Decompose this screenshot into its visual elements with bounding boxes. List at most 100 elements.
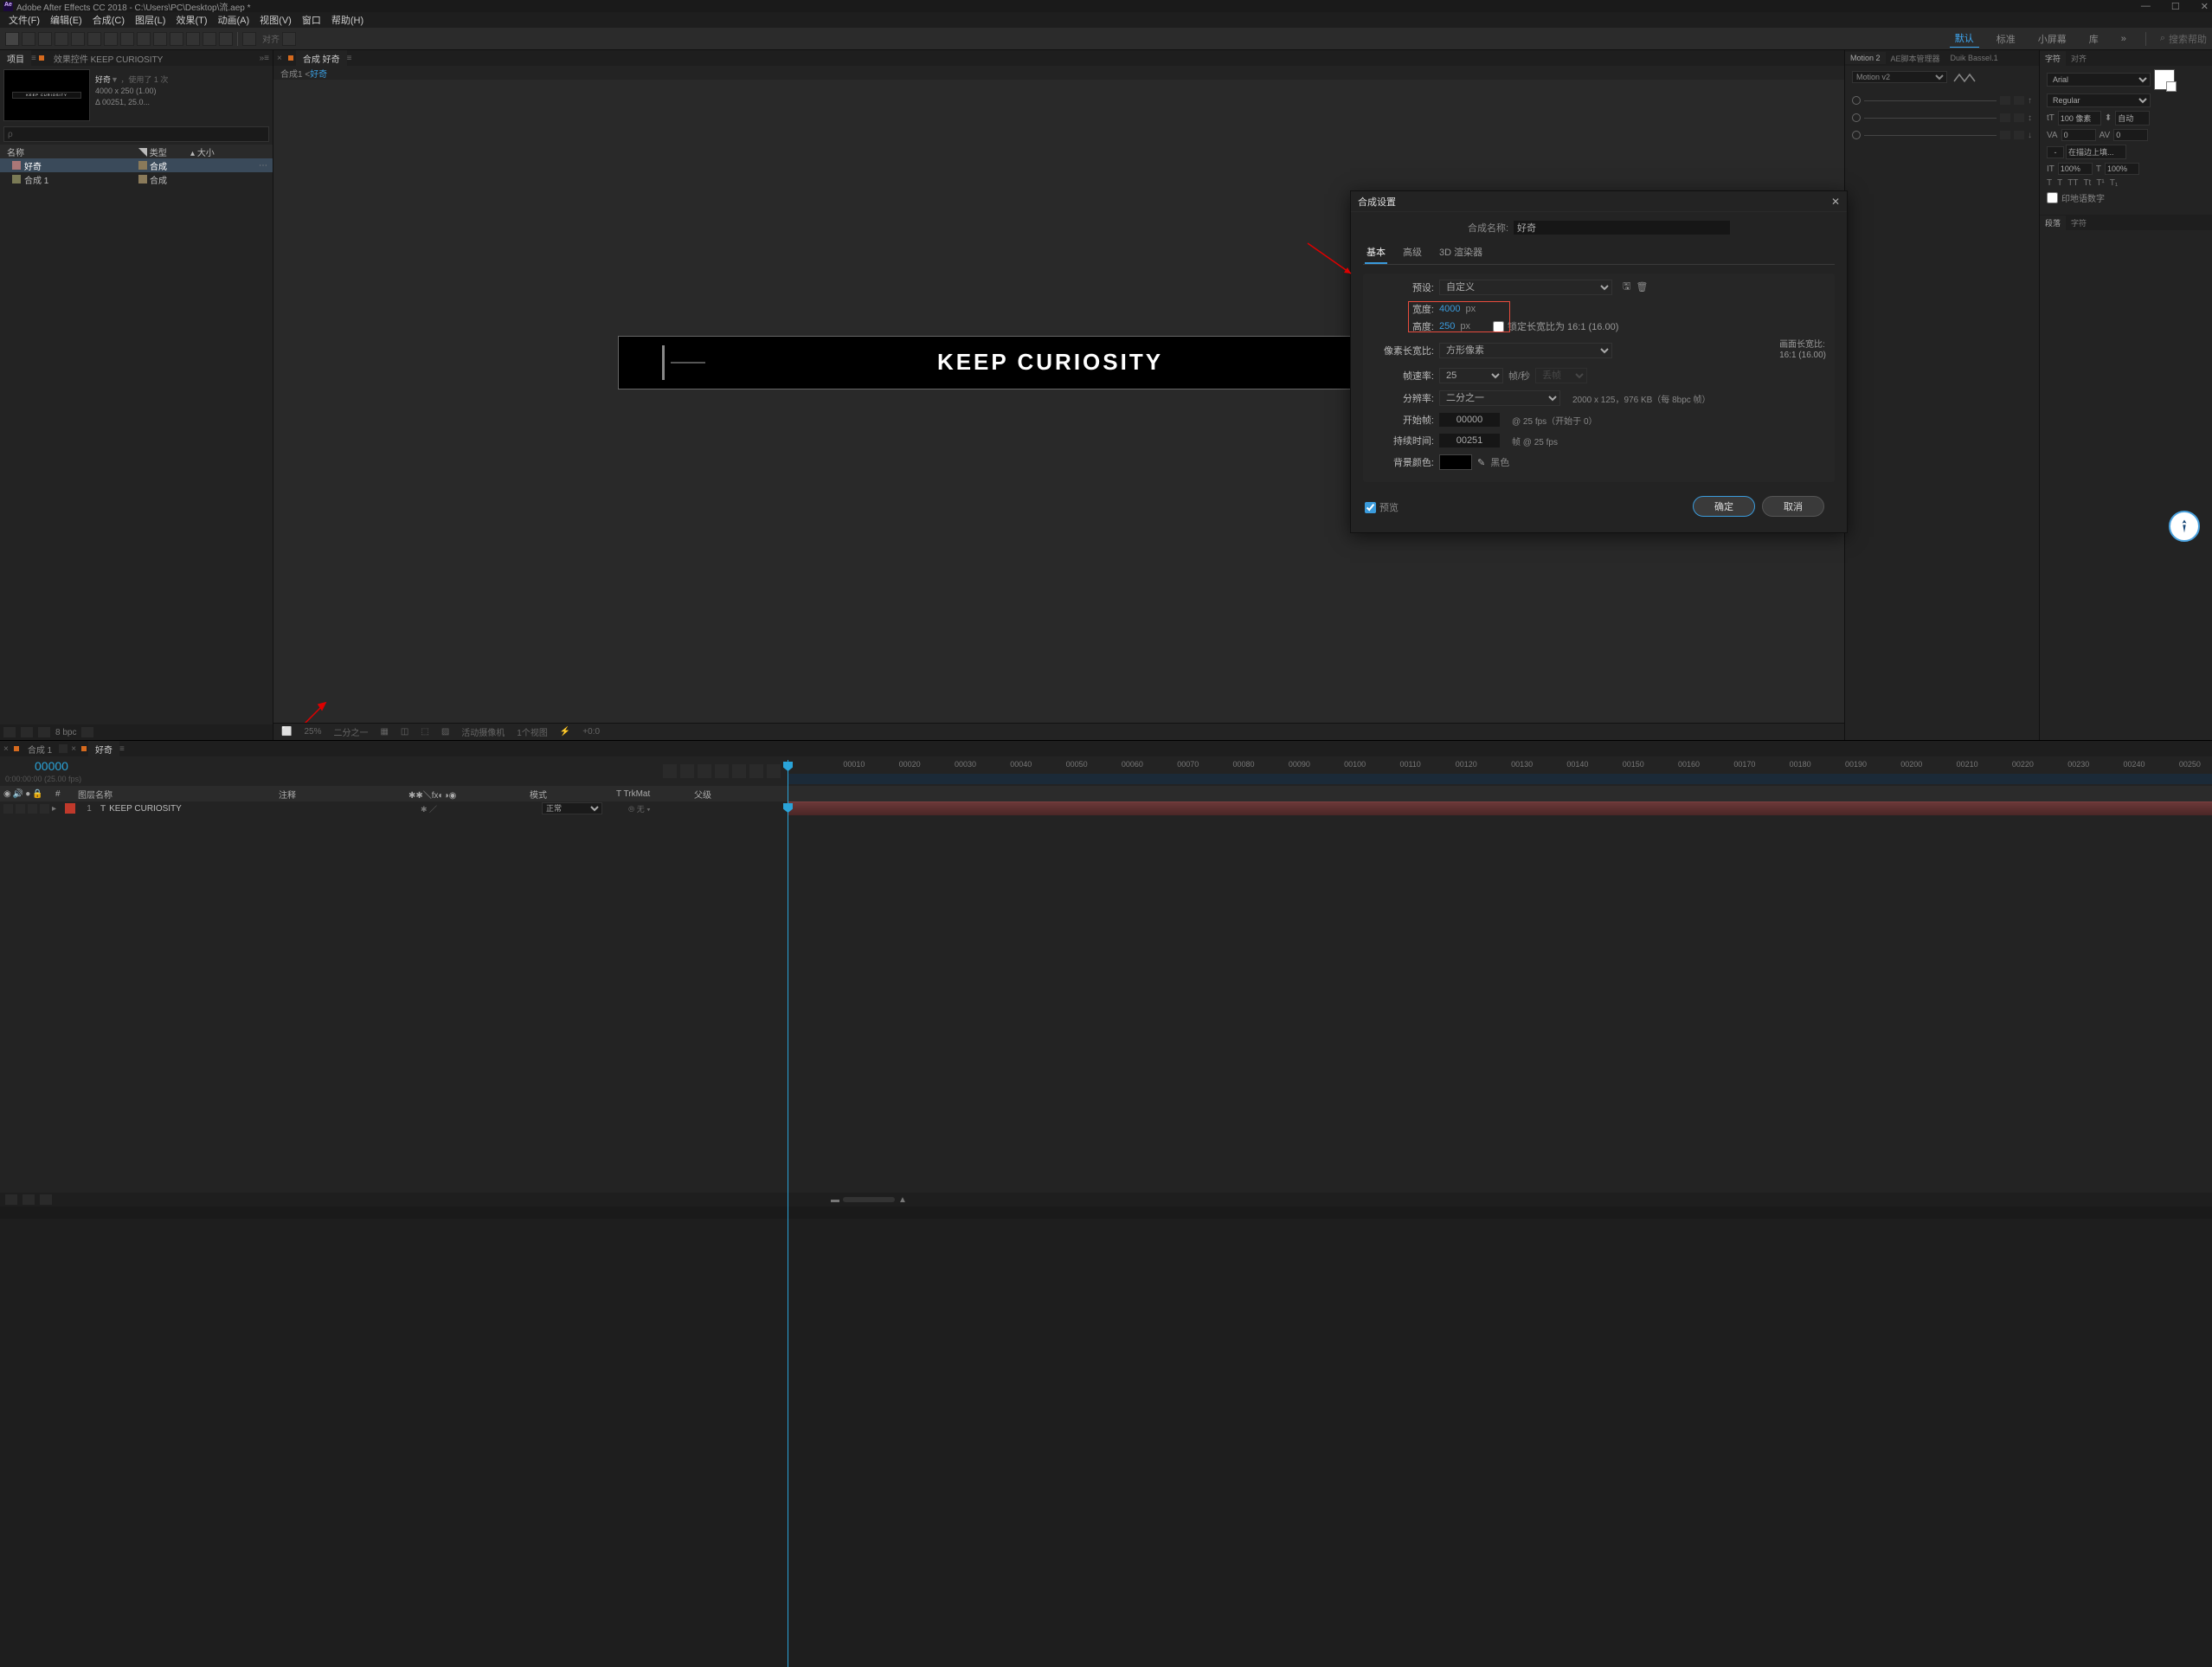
fast-preview-icon[interactable]: ⚡ (557, 727, 573, 737)
tab-char2[interactable]: 字符 (2066, 216, 2092, 230)
current-timecode[interactable]: 00000 (35, 759, 81, 773)
framerate-dropdown[interactable]: 25 (1439, 368, 1503, 383)
frameblend-icon[interactable] (732, 764, 746, 778)
eraser-tool[interactable] (186, 32, 200, 46)
bpc-toggle[interactable]: 8 bpc (55, 728, 76, 737)
timeline-tab-active[interactable]: 好奇 (88, 741, 119, 757)
menu-view[interactable]: 视图(V) (256, 13, 295, 27)
row-menu-icon[interactable]: ⋯ (259, 161, 267, 171)
menu-effect[interactable]: 效果(T) (172, 13, 210, 27)
snap-toggle[interactable] (242, 32, 256, 46)
dropframe-dropdown[interactable]: 丢帧 (1535, 368, 1587, 383)
shy-icon[interactable] (715, 764, 729, 778)
roi-icon[interactable]: ⬚ (418, 727, 431, 737)
toggle-modes-icon[interactable] (23, 1194, 35, 1205)
time-ruler[interactable]: 0001000020000300004000050000600007000080… (788, 760, 2212, 781)
mask-icon[interactable]: ◫ (398, 727, 411, 737)
italic-icon[interactable]: T (2057, 178, 2062, 188)
help-search[interactable]: ⌕ 搜索帮助 (2160, 32, 2207, 46)
camera-dropdown[interactable]: 活动摄像机 (459, 725, 507, 738)
fill-color-swatch[interactable] (2154, 69, 2175, 90)
hand-tool[interactable] (22, 32, 35, 46)
project-row[interactable]: 合成 1 合成 (0, 172, 273, 186)
size-sort-icon[interactable]: ▴ (190, 149, 195, 158)
zoom-slider[interactable] (843, 1197, 895, 1202)
preset-dropdown[interactable]: 自定义 (1439, 280, 1612, 295)
toggle-switches-icon[interactable] (5, 1194, 17, 1205)
panel-menu-icon[interactable]: »≡ (260, 54, 269, 63)
new-folder-icon[interactable] (21, 727, 33, 737)
pen-tool[interactable] (120, 32, 134, 46)
tab-advanced[interactable]: 高级 (1401, 241, 1424, 264)
grid-icon[interactable]: ▦ (377, 727, 390, 737)
eye-col-icon[interactable]: ◉ (3, 789, 11, 799)
blend-mode[interactable]: 正常 (542, 802, 602, 814)
toggle-inout-icon[interactable] (40, 1194, 52, 1205)
allcaps-icon[interactable]: TT (2067, 178, 2078, 188)
interpret-icon[interactable] (3, 727, 16, 737)
search-layer-icon[interactable] (663, 764, 677, 778)
delete-preset-icon[interactable]: 🗑 (1636, 281, 1648, 293)
menu-edit[interactable]: 编辑(E) (47, 13, 86, 27)
selection-tool[interactable] (5, 32, 19, 46)
comp-flowchart-icon[interactable] (680, 764, 694, 778)
rect-tool[interactable] (104, 32, 118, 46)
stroke-over[interactable]: 在描边上填... (2066, 145, 2126, 159)
anchor-null-icon[interactable] (1852, 96, 1861, 105)
zoom-out-icon[interactable]: ▬ (831, 1195, 839, 1205)
visibility-toggle[interactable] (3, 804, 13, 814)
trkmat-dropdown[interactable]: ⦾ 无 ▾ (628, 805, 651, 814)
ws-library[interactable]: 库 (2084, 30, 2104, 48)
timeline-tab-comp1[interactable]: 合成 1 (21, 741, 59, 757)
viewer-tab[interactable]: 合成 好奇 (296, 50, 347, 67)
tab-motion2[interactable]: Motion 2 (1845, 52, 1886, 64)
anchor-tool[interactable] (87, 32, 101, 46)
smallcaps-icon[interactable]: Tt (2083, 178, 2091, 188)
draft3d-icon[interactable] (698, 764, 711, 778)
trash-icon[interactable] (81, 727, 93, 737)
timecode-offset[interactable]: +0:0 (580, 727, 602, 737)
anchor-null-icon[interactable] (1852, 131, 1861, 139)
res-dropdown[interactable]: 二分之一 (331, 725, 370, 738)
font-size[interactable]: 100 像素 (2058, 111, 2101, 126)
menu-window[interactable]: 窗口 (299, 13, 325, 27)
ok-button[interactable]: 确定 (1693, 496, 1755, 517)
tab-close-icon[interactable] (59, 744, 68, 753)
menu-file[interactable]: 文件(F) (5, 13, 43, 27)
kerning[interactable]: 0 (2061, 129, 2096, 141)
col-trkmat[interactable]: T TrkMat (613, 789, 691, 799)
tab-effects[interactable]: 效果控件 KEEP CURIOSITY (47, 50, 170, 67)
zoom-in-icon[interactable]: ▲ (898, 1195, 907, 1205)
tab-3d[interactable]: 3D 渲染器 (1437, 241, 1484, 264)
menu-help[interactable]: 帮助(H) (328, 13, 367, 27)
resolution-dropdown[interactable]: 二分之一 (1439, 390, 1560, 406)
orbit-tool[interactable] (55, 32, 68, 46)
puppet-tool[interactable] (219, 32, 233, 46)
minimize-button[interactable]: — (2141, 1, 2151, 12)
font-family[interactable]: Arial (2047, 73, 2151, 87)
tab-script-mgr[interactable]: AE脚本管理器 (1886, 51, 1945, 66)
height-input[interactable]: 250 (1439, 321, 1455, 331)
zoom-value[interactable]: 25% (301, 727, 324, 737)
cancel-button[interactable]: 取消 (1762, 496, 1824, 517)
tab-duik[interactable]: Duik Bassel.1 (1945, 52, 2003, 64)
tab-basic[interactable]: 基本 (1365, 241, 1387, 264)
ws-standard[interactable]: 标准 (1991, 30, 2021, 48)
rotate-tool[interactable] (71, 32, 85, 46)
dialog-close-icon[interactable]: ✕ (1831, 196, 1840, 208)
layer-track-bar[interactable] (788, 801, 2212, 815)
width-input[interactable]: 4000 (1439, 304, 1460, 314)
par-dropdown[interactable]: 方形像素 (1439, 343, 1612, 358)
layer-color-swatch[interactable] (65, 803, 75, 814)
project-search[interactable]: ρ (3, 126, 269, 142)
view-dropdown[interactable]: 1个视图 (514, 725, 550, 738)
magnify-icon[interactable]: ⬜ (279, 727, 294, 737)
audio-col-icon[interactable]: 🔊 (13, 789, 23, 799)
project-row[interactable]: 好奇 合成 ⋯ (0, 158, 273, 172)
ws-more[interactable]: » (2116, 32, 2132, 46)
menu-comp[interactable]: 合成(C) (89, 13, 128, 27)
stamp-tool[interactable] (170, 32, 183, 46)
solo-col-icon[interactable]: ● (25, 789, 30, 799)
ws-small[interactable]: 小屏幕 (2033, 30, 2072, 48)
col-source[interactable]: 图层名称 (74, 788, 275, 801)
